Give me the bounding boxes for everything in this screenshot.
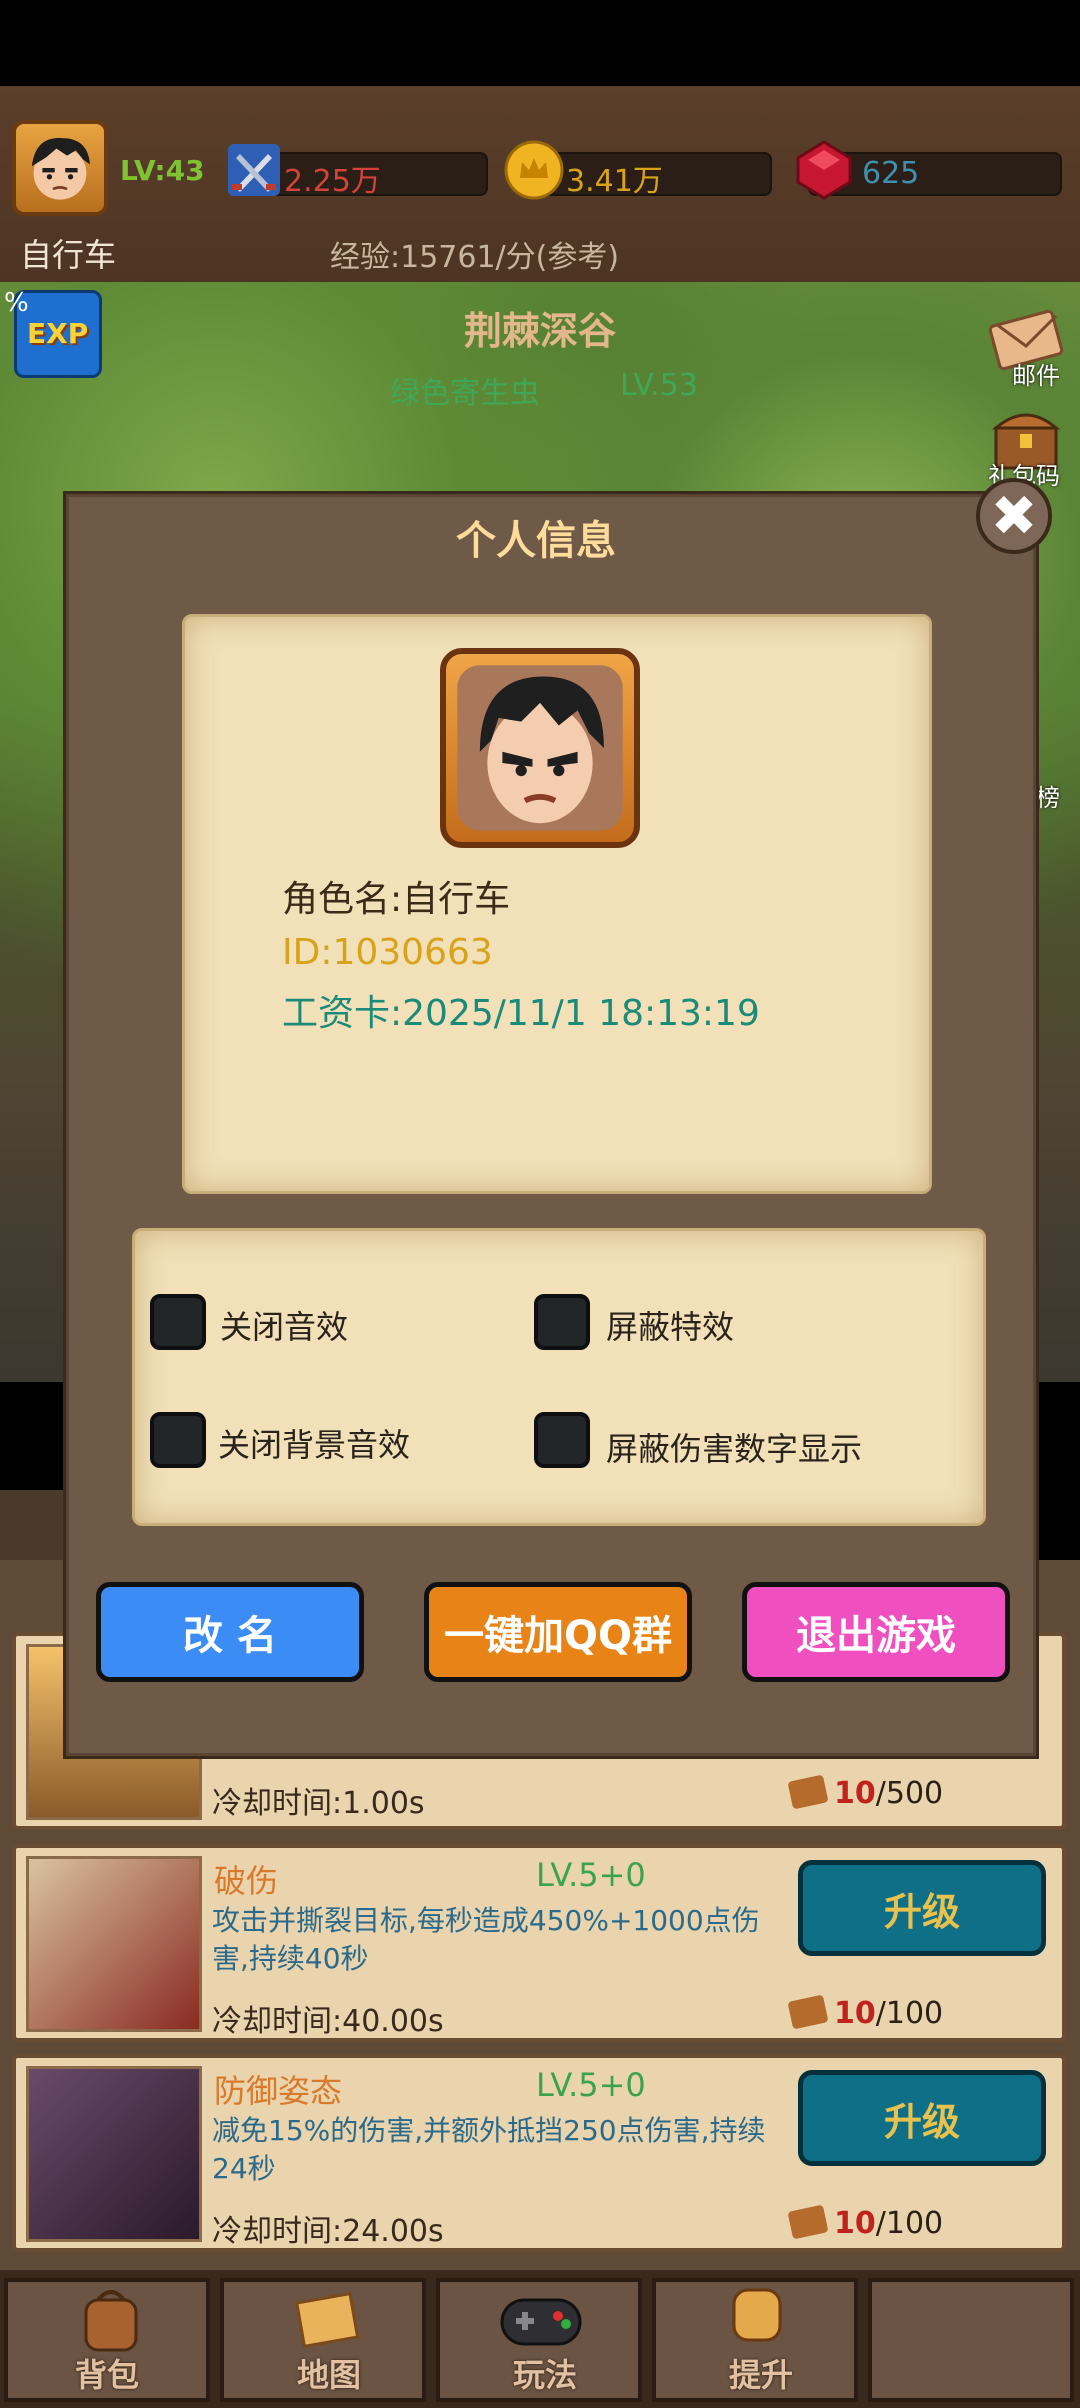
skill-icon-wound	[26, 1856, 202, 2032]
nav-label-bag: 背包	[74, 2356, 139, 2394]
backpack-icon	[76, 2284, 146, 2354]
rank-label: 榜	[1036, 784, 1060, 812]
upgrade-button[interactable]: 升级	[798, 2070, 1046, 2166]
player-id: ID:1030663	[282, 932, 493, 973]
exp-badge-label: EXP	[27, 317, 89, 350]
label-mute-sfx: 关闭音效	[220, 1308, 349, 1346]
skill-cost: 10/100	[787, 2204, 943, 2241]
ruby-icon	[794, 140, 854, 200]
checkbox-hide-damage-numbers[interactable]	[534, 1412, 590, 1468]
gold-value: 3.41万	[566, 164, 663, 199]
crown-coin-icon	[504, 140, 564, 200]
close-icon[interactable]: ✖	[976, 478, 1052, 554]
book-icon	[787, 2204, 829, 2240]
exp-rate: 经验:15761/分(参考)	[330, 240, 620, 275]
exp-percent: %	[4, 288, 29, 318]
monster-name: 绿色寄生虫	[390, 376, 540, 411]
skill-cooldown: 冷却时间:40.00s	[212, 2004, 444, 2039]
map-name: 荆棘深谷	[463, 309, 616, 353]
label-hide-damage-numbers: 屏蔽伤害数字显示	[606, 1430, 863, 1468]
skill-cost: 10/500	[787, 1774, 943, 1811]
crossed-swords-icon	[224, 140, 284, 200]
monster-level: LV.53	[620, 368, 698, 403]
mail-label: 邮件	[1012, 362, 1060, 390]
checkbox-mute-sfx[interactable]	[150, 1294, 206, 1350]
gamepad-icon	[496, 2284, 586, 2354]
skill-name: 防御姿态	[214, 2072, 343, 2110]
skill-icon-shield	[26, 2066, 202, 2242]
settings-panel	[132, 1228, 986, 1526]
dialog-title: 个人信息	[456, 518, 616, 564]
fist-icon	[722, 2280, 792, 2354]
label-hide-effects: 屏蔽特效	[606, 1308, 735, 1346]
skill-cooldown: 冷却时间:24.00s	[212, 2214, 444, 2249]
player-name: 自行车	[20, 236, 117, 274]
player-avatar[interactable]	[12, 120, 108, 216]
skill-row: 破伤 LV.5+0 攻击并撕裂目标,每秒造成450%+1000点伤害,持续40秒…	[12, 1844, 1066, 2042]
join-qq-group-button[interactable]: 一键加QQ群	[424, 1582, 692, 1682]
nav-label-upgrade: 提升	[728, 2356, 793, 2394]
book-icon	[787, 1994, 829, 2030]
nav-label-gameplay: 玩法	[512, 2356, 577, 2394]
skill-level: LV.5+0	[536, 2066, 646, 2104]
nav-label-map: 地图	[296, 2356, 361, 2394]
profile-avatar	[440, 648, 640, 848]
salary-card: 工资卡:2025/11/1 18:13:19	[282, 993, 760, 1034]
skill-name: 破伤	[214, 1862, 279, 1900]
upgrade-button[interactable]: 升级	[798, 1860, 1046, 1956]
attack-value: 2.25万	[284, 164, 381, 199]
role-name: 角色名:自行车	[282, 879, 511, 920]
player-level: LV:43	[120, 154, 205, 187]
label-mute-bgm: 关闭背景音效	[218, 1426, 411, 1464]
rename-button[interactable]: 改 名	[96, 1582, 364, 1682]
gem-value: 625	[862, 156, 920, 191]
skill-description: 攻击并撕裂目标,每秒造成450%+1000点伤害,持续40秒	[212, 1904, 760, 1975]
skill-level: LV.5+0	[536, 1856, 646, 1894]
skill-description: 减免15%的伤害,并额外抵挡250点伤害,持续24秒	[212, 2114, 766, 2185]
exit-game-button[interactable]: 退出游戏	[742, 1582, 1010, 1682]
checkbox-mute-bgm[interactable]	[150, 1412, 206, 1468]
skill-row: 防御姿态 LV.5+0 减免15%的伤害,并额外抵挡250点伤害,持续24秒 冷…	[12, 2054, 1066, 2252]
nav-tab-extra[interactable]	[868, 2278, 1074, 2402]
skill-cooldown: 冷却时间:1.00s	[212, 1786, 425, 1821]
status-bar	[0, 0, 1080, 86]
map-scroll-icon	[292, 2284, 362, 2354]
book-icon	[787, 1774, 829, 1810]
skill-cost: 10/100	[787, 1994, 943, 2031]
checkbox-hide-effects[interactable]	[534, 1294, 590, 1350]
